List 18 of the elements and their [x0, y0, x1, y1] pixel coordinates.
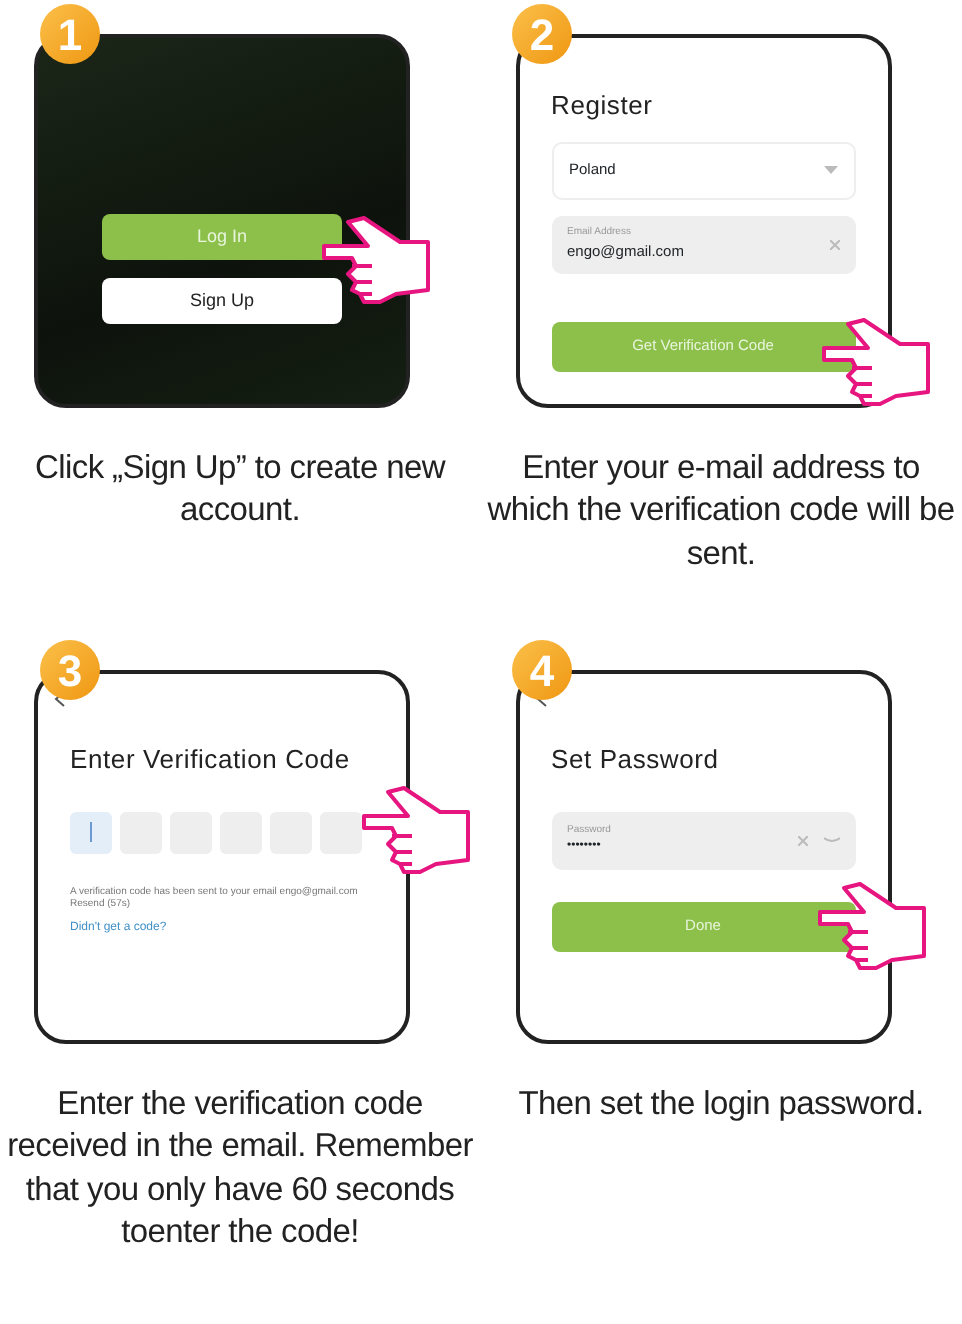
eye-closed-icon: [823, 836, 839, 844]
pointing-hand-icon: [320, 214, 432, 306]
step-instruction: Then set the login password.: [516, 1084, 926, 1126]
screen-title: Register: [551, 88, 655, 124]
clear-icon: [829, 239, 839, 249]
step-instruction: Enter the verification code received in the email. Remember that you only have 60 seconds toenter the code!: [5, 1084, 475, 1255]
step-number-badge: 2: [512, 4, 572, 64]
step-instruction: Enter your e-mail address to which the verification code will be sent.: [485, 448, 957, 576]
step-number-badge: 4: [512, 640, 572, 700]
step-number-badge: 3: [40, 640, 100, 700]
code-digit-box[interactable]: [70, 811, 112, 853]
screen-title: Set Password: [551, 742, 721, 778]
sign-up-button[interactable]: Sign Up: [102, 278, 342, 324]
step-instruction: Click „Sign Up” to create new account.: [33, 448, 448, 533]
caret-icon: [823, 166, 837, 174]
clear-icon: [797, 835, 807, 845]
step-number-badge: 1: [40, 4, 100, 64]
screen-title: Enter Verification Code: [70, 742, 352, 778]
